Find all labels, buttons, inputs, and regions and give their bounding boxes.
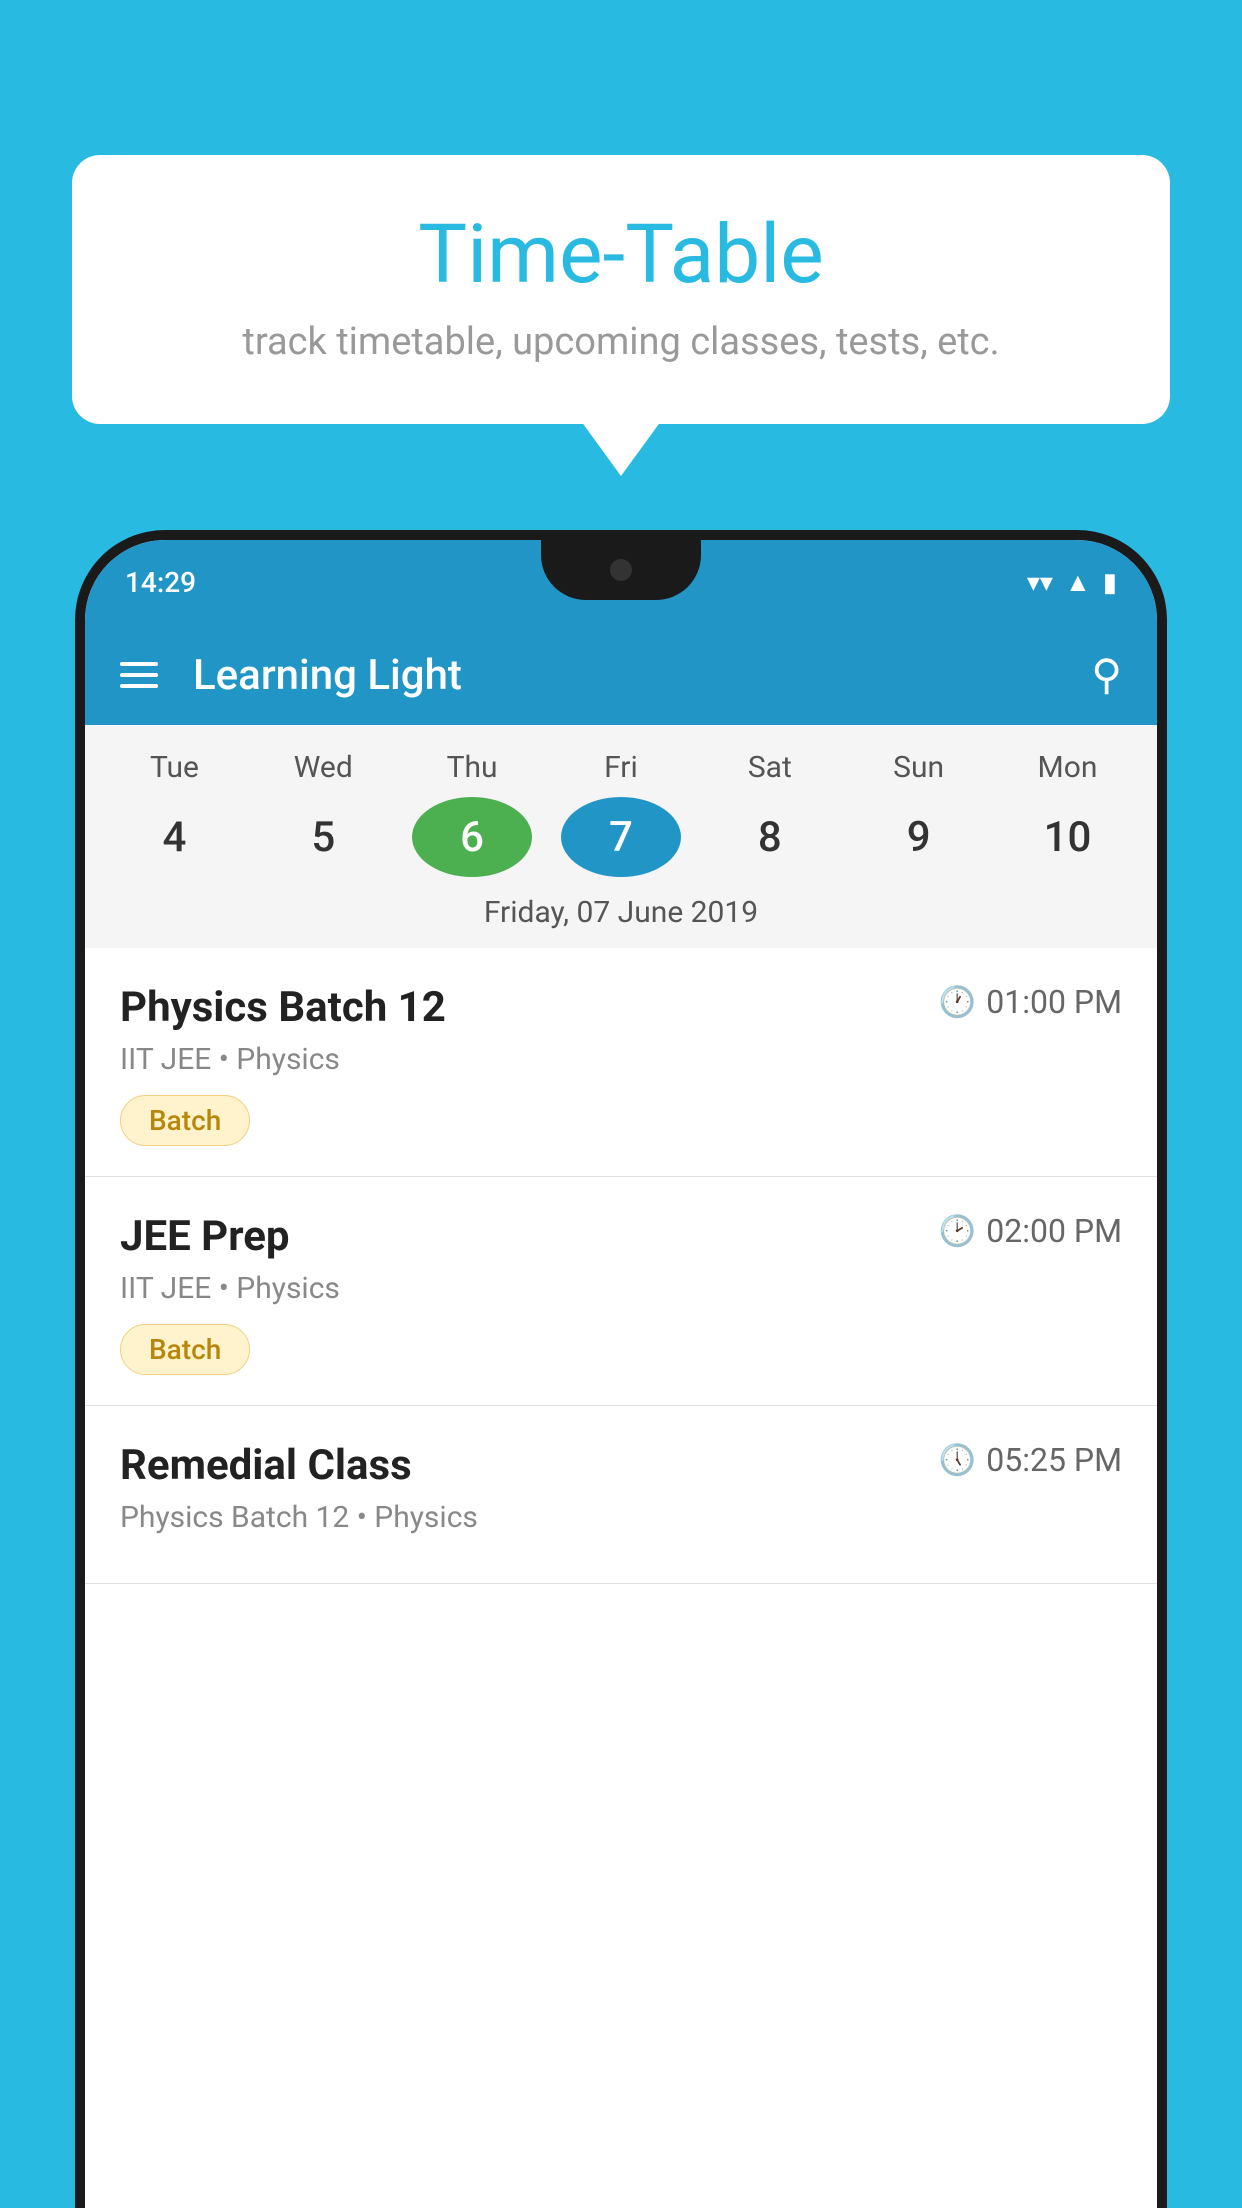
phone-frame: 14:29 ▾▾ ▲ ▮ Learning Light ⚲ (75, 530, 1167, 2208)
selected-date-label: Friday, 07 June 2019 (85, 895, 1157, 948)
schedule-title-3: Remedial Class (120, 1441, 412, 1490)
time-value-3: 05:25 PM (986, 1441, 1122, 1479)
clock-icon-2: 🕑 (939, 1214, 976, 1249)
wifi-icon: ▾▾ (1027, 568, 1053, 598)
day-name-fri: Fri (561, 750, 681, 785)
schedule-title-2: JEE Prep (120, 1212, 290, 1261)
schedule-subtitle-3: Physics Batch 12 • Physics (120, 1500, 1122, 1535)
day-5[interactable]: 5 (263, 797, 383, 877)
day-8[interactable]: 8 (710, 797, 830, 877)
day-6-today[interactable]: 6 (412, 797, 532, 877)
phone-inner: 14:29 ▾▾ ▲ ▮ Learning Light ⚲ (85, 540, 1157, 2208)
notch (541, 540, 701, 600)
day-name-thu: Thu (412, 750, 532, 785)
days-header: Tue Wed Thu Fri Sat Sun Mon (85, 750, 1157, 785)
day-10[interactable]: 10 (1007, 797, 1127, 877)
schedule-item-1[interactable]: Physics Batch 12 🕐 01:00 PM IIT JEE • Ph… (85, 948, 1157, 1177)
schedule-time-2: 🕑 02:00 PM (939, 1212, 1122, 1250)
day-name-mon: Mon (1007, 750, 1127, 785)
tooltip-card: Time-Table track timetable, upcoming cla… (72, 155, 1170, 424)
day-name-wed: Wed (263, 750, 383, 785)
schedule-time-3: 🕔 05:25 PM (939, 1441, 1122, 1479)
status-time: 14:29 (125, 566, 196, 599)
app-bar: Learning Light ⚲ (85, 625, 1157, 725)
schedule-item-1-header: Physics Batch 12 🕐 01:00 PM (120, 983, 1122, 1032)
calendar-strip: Tue Wed Thu Fri Sat Sun Mon 4 5 6 7 8 9 … (85, 725, 1157, 948)
day-7-selected[interactable]: 7 (561, 797, 681, 877)
signal-icon: ▲ (1065, 567, 1091, 598)
camera-dot (610, 559, 632, 581)
time-value-2: 02:00 PM (986, 1212, 1122, 1250)
day-name-sat: Sat (710, 750, 830, 785)
tooltip-title: Time-Table (132, 210, 1110, 300)
status-icons: ▾▾ ▲ ▮ (1027, 567, 1117, 598)
tooltip-subtitle: track timetable, upcoming classes, tests… (132, 320, 1110, 364)
app-title: Learning Light (193, 651, 1056, 700)
schedule-title-1: Physics Batch 12 (120, 983, 446, 1032)
day-name-sun: Sun (859, 750, 979, 785)
schedule-item-3-header: Remedial Class 🕔 05:25 PM (120, 1441, 1122, 1490)
day-4[interactable]: 4 (114, 797, 234, 877)
schedule-time-1: 🕐 01:00 PM (939, 983, 1122, 1021)
batch-badge-2: Batch (120, 1324, 250, 1375)
schedule-subtitle-1: IIT JEE • Physics (120, 1042, 1122, 1077)
days-numbers: 4 5 6 7 8 9 10 (85, 797, 1157, 877)
day-name-tue: Tue (114, 750, 234, 785)
schedule-item-3[interactable]: Remedial Class 🕔 05:25 PM Physics Batch … (85, 1406, 1157, 1584)
clock-icon-1: 🕐 (939, 985, 976, 1020)
battery-icon: ▮ (1103, 568, 1117, 598)
schedule-subtitle-2: IIT JEE • Physics (120, 1271, 1122, 1306)
hamburger-menu-icon[interactable] (120, 662, 158, 688)
schedule-item-2[interactable]: JEE Prep 🕑 02:00 PM IIT JEE • Physics Ba… (85, 1177, 1157, 1406)
search-icon[interactable]: ⚲ (1091, 650, 1122, 700)
clock-icon-3: 🕔 (939, 1443, 976, 1478)
time-value-1: 01:00 PM (986, 983, 1122, 1021)
batch-badge-1: Batch (120, 1095, 250, 1146)
schedule-item-2-header: JEE Prep 🕑 02:00 PM (120, 1212, 1122, 1261)
schedule-list: Physics Batch 12 🕐 01:00 PM IIT JEE • Ph… (85, 948, 1157, 1584)
status-bar: 14:29 ▾▾ ▲ ▮ (85, 540, 1157, 625)
screen-content: 14:29 ▾▾ ▲ ▮ Learning Light ⚲ (85, 540, 1157, 2208)
day-9[interactable]: 9 (859, 797, 979, 877)
